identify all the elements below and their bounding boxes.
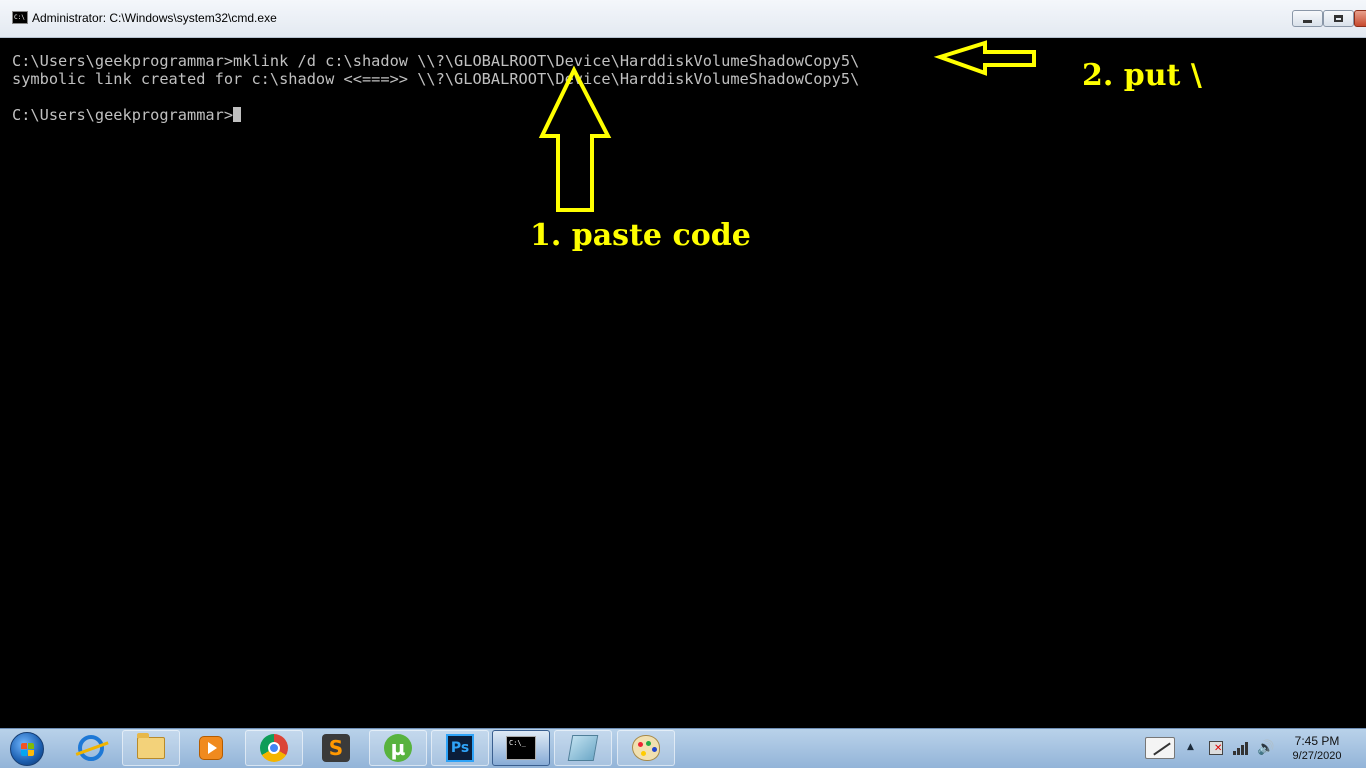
taskbar-item-photoshop[interactable]: Ps bbox=[431, 730, 489, 766]
up-arrow-annotation bbox=[538, 65, 612, 212]
close-button[interactable] bbox=[1354, 10, 1366, 27]
taskbar-item-internet-explorer[interactable] bbox=[62, 730, 120, 766]
console-area[interactable]: C:\Users\geekprogrammar>mklink /d c:\sha… bbox=[0, 38, 1366, 728]
annotation-paste-code: 1. paste code bbox=[530, 218, 751, 253]
annotation-arrows bbox=[538, 40, 1036, 212]
media-player-icon bbox=[199, 736, 223, 760]
ie-icon bbox=[78, 735, 104, 761]
maximize-icon bbox=[1334, 15, 1343, 22]
taskbar-item-windows-explorer[interactable] bbox=[122, 730, 180, 766]
volume-icon[interactable]: 🔊 bbox=[1257, 740, 1274, 756]
taskbar-item-paint[interactable] bbox=[617, 730, 675, 766]
clock-time: 7:45 PM bbox=[1294, 734, 1340, 748]
taskbar-item-command-prompt[interactable]: C:\_ bbox=[492, 730, 550, 766]
annotation-put-backslash: 2. put \ bbox=[1082, 58, 1202, 93]
minimize-button[interactable] bbox=[1292, 10, 1323, 27]
folder-icon bbox=[137, 733, 165, 759]
taskbar-item-sublime-text[interactable]: S bbox=[307, 730, 365, 766]
network-signal-icon[interactable] bbox=[1233, 741, 1249, 755]
window-title: Administrator: C:\Windows\system32\cmd.e… bbox=[32, 11, 277, 25]
system-clock[interactable]: 7:45 PM 9/27/2020 bbox=[1278, 733, 1356, 764]
cmd-window-icon[interactable]: C:\ bbox=[12, 11, 28, 24]
pen-input-icon[interactable] bbox=[1145, 737, 1175, 759]
maximize-button[interactable] bbox=[1323, 10, 1354, 27]
windows-start-icon bbox=[10, 732, 44, 766]
left-arrow-annotation bbox=[933, 40, 1036, 76]
start-button[interactable] bbox=[4, 730, 50, 768]
paint-icon bbox=[632, 735, 660, 761]
utorrent-icon: µ bbox=[384, 734, 412, 762]
taskbar-item-chrome[interactable] bbox=[245, 730, 303, 766]
taskbar-item-notepad[interactable] bbox=[554, 730, 612, 766]
chrome-icon bbox=[260, 734, 288, 762]
taskbar-item-utorrent[interactable]: µ bbox=[369, 730, 427, 766]
clock-date: 9/27/2020 bbox=[1292, 750, 1342, 762]
sublime-icon: S bbox=[322, 734, 350, 762]
taskbar-item-media-player[interactable] bbox=[182, 730, 240, 766]
window-title-bar[interactable]: C:\ Administrator: C:\Windows\system32\c… bbox=[0, 0, 1366, 38]
taskbar: S µ Ps C:\_ ▲ 🔊 7:45 PM 9/27/2020 bbox=[0, 728, 1366, 768]
minimize-icon bbox=[1303, 20, 1312, 23]
action-center-flag-icon[interactable] bbox=[1209, 741, 1223, 755]
cmd-icon: C:\_ bbox=[506, 736, 536, 760]
notepad-icon bbox=[567, 735, 599, 761]
show-hidden-icons-icon[interactable]: ▲ bbox=[1187, 742, 1194, 752]
photoshop-icon: Ps bbox=[446, 734, 474, 762]
